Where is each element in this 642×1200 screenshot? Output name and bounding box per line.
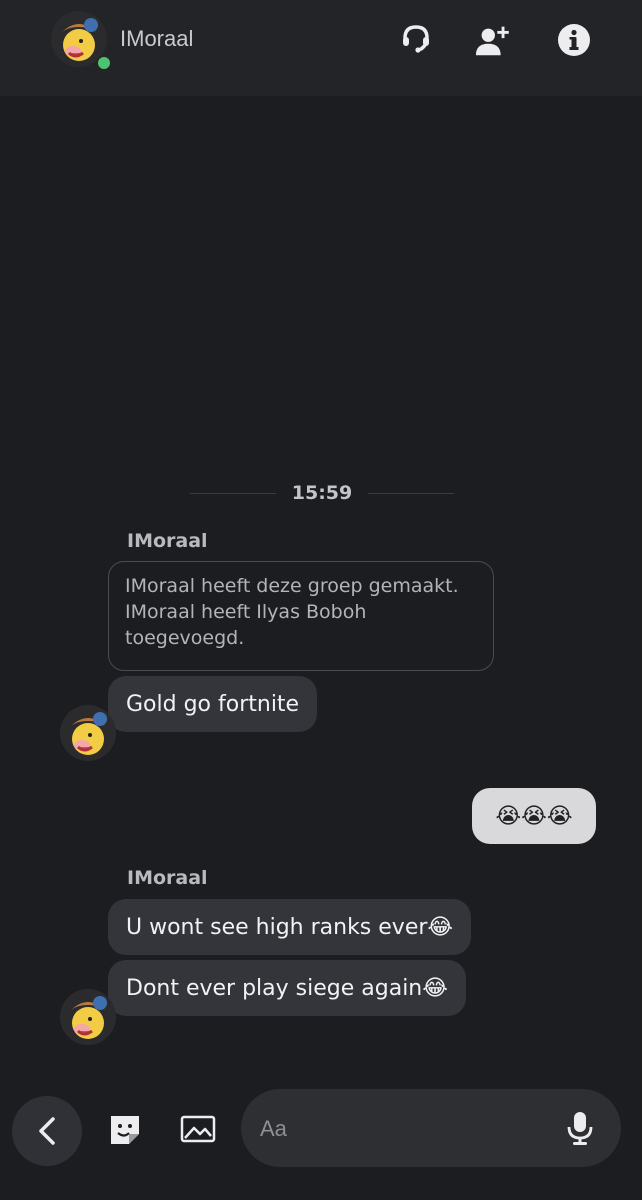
system-message-line: toegevoegd.	[125, 627, 245, 649]
microphone-button[interactable]	[563, 1109, 597, 1147]
message-text: Dont ever play siege again	[126, 975, 423, 1001]
back-button[interactable]	[12, 1096, 82, 1166]
message-emoji: 😂	[427, 914, 454, 940]
message-text: Gold go fortnite	[126, 691, 300, 717]
info-icon[interactable]	[554, 20, 594, 60]
outgoing-message-bubble[interactable]: 😭😭😭	[472, 788, 596, 844]
system-message-line: IMoraal heeft deze groep gemaakt.	[125, 575, 459, 597]
message-input[interactable]: Aa	[241, 1089, 621, 1167]
back-chevron-icon	[39, 1117, 55, 1145]
headset-icon[interactable]	[396, 20, 436, 60]
image-button[interactable]	[180, 1112, 216, 1148]
message-bubble[interactable]: Gold go fortnite	[108, 676, 318, 732]
system-message: IMoraal heeft deze groep gemaakt. IMoraa…	[108, 561, 494, 671]
message-bubble[interactable]: Dont ever play siege again 😂	[108, 960, 466, 1016]
message-text: 😭😭😭	[495, 803, 573, 829]
sender-avatar[interactable]	[60, 705, 116, 761]
chat-header: IMoraal	[0, 0, 642, 96]
timestamp-separator: 15:59	[190, 480, 454, 508]
message-composer: Aa	[0, 1080, 642, 1200]
message-text: U wont see high ranks ever	[126, 914, 428, 940]
message-bubble[interactable]: U wont see high ranks ever 😂	[108, 899, 472, 955]
message-emoji: 😂	[422, 975, 448, 1001]
message-input-placeholder: Aa	[260, 1116, 287, 1141]
online-status-indicator	[96, 55, 112, 71]
sticker-icon	[111, 1116, 139, 1144]
sender-avatar[interactable]	[60, 989, 116, 1045]
sender-name: IMoraal	[127, 867, 208, 889]
image-icon	[180, 1115, 216, 1143]
microphone-icon	[567, 1112, 593, 1145]
chat-title: IMoraal	[120, 26, 194, 51]
sender-name: IMoraal	[127, 530, 208, 552]
sticker-button[interactable]	[107, 1112, 143, 1148]
divider	[368, 493, 454, 494]
add-friend-icon[interactable]	[474, 20, 514, 60]
system-message-line: IMoraal heeft Ilyas Boboh	[125, 601, 367, 623]
